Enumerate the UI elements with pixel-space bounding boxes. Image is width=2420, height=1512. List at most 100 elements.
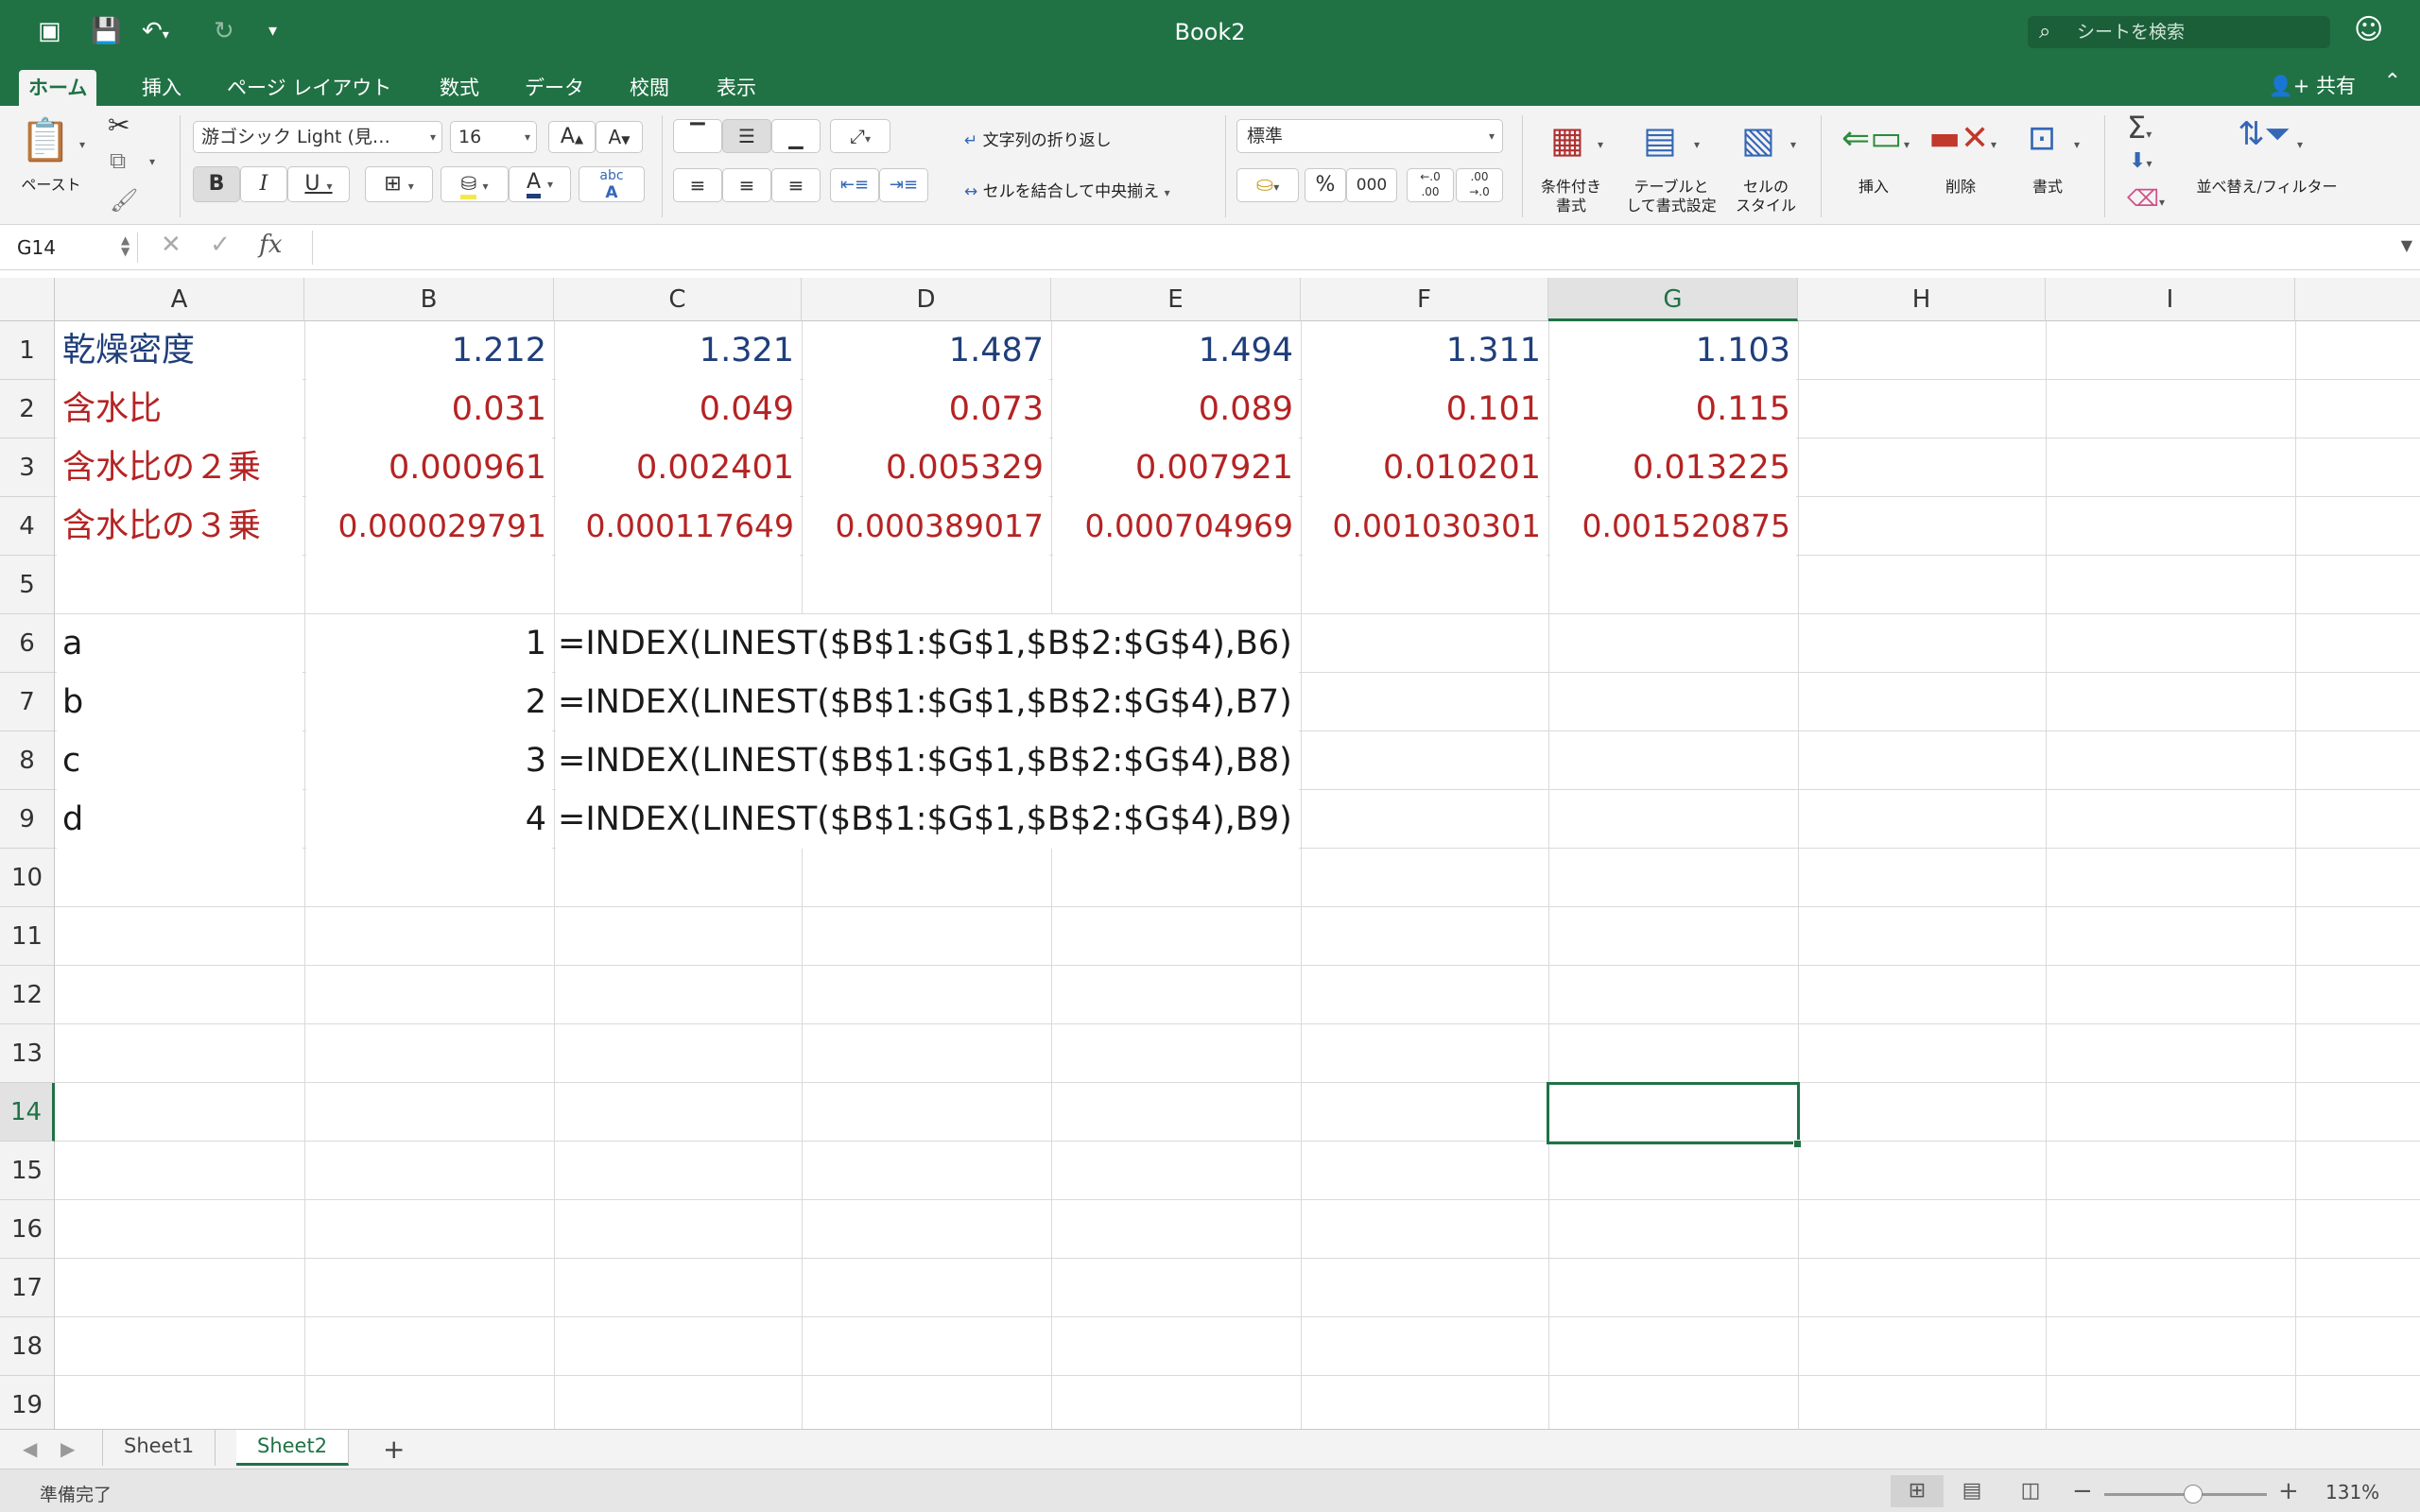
column-header-i[interactable]: I [2046,278,2295,321]
cell-e4[interactable]: 0.000704969 [1053,497,1299,556]
row-header-14[interactable]: 14 [0,1083,55,1142]
cell-c6[interactable]: =INDEX(LINEST($B$1:$G$1,$B$2:$G$4),B6) [556,614,1299,673]
conditional-formatting-label[interactable]: 条件付き 書式 [1531,178,1611,215]
font-size-dropdown[interactable]: 16 ▾ [450,121,537,153]
chevron-down-icon[interactable]: ▾ [1904,138,1910,151]
cell-a6[interactable]: a [57,614,302,673]
cell-b6[interactable]: 1 [306,614,552,673]
italic-button[interactable]: I [240,166,287,202]
decrease-indent-button[interactable]: ⇤≡ [830,168,879,202]
cell-styles-label[interactable]: セルの スタイル [1726,178,1806,215]
fill-down-icon[interactable]: ⬇▾ [2129,149,2152,173]
cell-f1[interactable]: 1.311 [1303,321,1547,380]
row-header-5[interactable]: 5 [0,556,55,614]
underline-button[interactable]: U ▾ [287,166,350,202]
tab-view[interactable]: 表示 [707,70,766,106]
cell-d1[interactable]: 1.487 [804,321,1049,380]
cell-a7[interactable]: b [57,673,302,731]
increase-indent-button[interactable]: ⇥≡ [879,168,928,202]
column-header-g[interactable]: G [1548,278,1798,321]
tab-home[interactable]: ホーム [19,70,97,106]
tab-formulas[interactable]: 数式 [430,70,489,106]
cell-b2[interactable]: 0.031 [306,380,552,438]
page-layout-view-icon[interactable]: ▤ [1945,1475,1998,1507]
grow-font-button[interactable]: A▲ [548,121,596,153]
collapse-ribbon-icon[interactable]: ⌃ [2384,70,2401,94]
format-painter-icon[interactable]: 🖌 [110,187,138,214]
column-header-f[interactable]: F [1301,278,1548,321]
row-header-8[interactable]: 8 [0,731,55,790]
row-header-7[interactable]: 7 [0,673,55,731]
cell-g2[interactable]: 0.115 [1550,380,1796,438]
worksheet-grid[interactable]: A B C D E F G H I 1 2 3 4 5 6 7 8 9 10 1… [0,278,2420,1429]
cancel-icon[interactable]: ✕ [161,231,182,259]
cell-g3[interactable]: 0.013225 [1550,438,1796,497]
insert-function-icon[interactable]: fx [259,231,282,259]
font-color-button[interactable]: A ▾ [509,166,571,202]
cell-b9[interactable]: 4 [306,790,552,849]
sort-filter-icon[interactable]: ⇅⏷ [2231,115,2297,153]
fill-color-button[interactable]: ⛁ ▾ [441,166,509,202]
sheet-tab-sheet1[interactable]: Sheet1 [102,1430,216,1466]
column-header-b[interactable]: B [304,278,554,321]
cell-d2[interactable]: 0.073 [804,380,1049,438]
cell-g4[interactable]: 0.001520875 [1550,497,1796,556]
wrap-text-button[interactable]: ↵ 文字列の折り返し [964,127,1112,150]
merge-center-button[interactable]: ↔ セルを結合して中央揃え ▾ [964,178,1170,201]
tab-insert[interactable]: 挿入 [132,70,191,106]
row-header-6[interactable]: 6 [0,614,55,673]
zoom-slider-thumb[interactable] [2184,1485,2203,1503]
tab-page-layout[interactable]: ページ レイアウト [217,70,401,106]
expand-formula-bar-icon[interactable]: ▼ [2401,236,2412,254]
paste-clipboard-icon[interactable]: 📋 [19,115,72,172]
column-header-c[interactable]: C [554,278,802,321]
conditional-formatting-icon[interactable]: ▦ [1541,119,1594,168]
align-center-button[interactable]: ≡ [722,168,771,202]
cell-c7[interactable]: =INDEX(LINEST($B$1:$G$1,$B$2:$G$4),B7) [556,673,1299,731]
chevron-down-icon[interactable]: ▾ [1991,138,1996,151]
insert-cells-label[interactable]: 挿入 [1838,178,1910,197]
cell-b4[interactable]: 0.000029791 [306,497,552,556]
shrink-font-button[interactable]: A▼ [596,121,643,153]
share-button[interactable]: 👤+ 共有 [2269,72,2356,100]
cell-c4[interactable]: 0.000117649 [556,497,800,556]
cell-g1[interactable]: 1.103 [1550,321,1796,380]
format-cells-icon[interactable]: ⊡ [2015,119,2068,168]
phonetic-guide-button[interactable]: abc A [579,166,645,202]
number-format-dropdown[interactable]: 標準 ▾ [1236,119,1503,153]
align-right-button[interactable]: ≡ [771,168,821,202]
zoom-level[interactable]: 131% [2325,1481,2379,1503]
format-cells-label[interactable]: 書式 [2012,178,2083,197]
align-middle-button[interactable]: ☰ [722,119,771,153]
copy-caret[interactable]: ▾ [149,155,155,168]
cell-a9[interactable]: d [57,790,302,849]
cell-e3[interactable]: 0.007921 [1053,438,1299,497]
insert-cells-icon[interactable]: ⇐▭ [1841,119,1902,168]
feedback-smiley-icon[interactable]: ☺ [2354,13,2383,46]
percent-style-button[interactable]: % [1305,168,1346,202]
tab-review[interactable]: 校閲 [620,70,679,106]
column-header-blank[interactable] [2295,278,2420,321]
zoom-out-icon[interactable]: − [2072,1477,2093,1505]
cell-b1[interactable]: 1.212 [306,321,552,380]
delete-cells-label[interactable]: 削除 [1925,178,1996,197]
fill-handle[interactable] [1793,1140,1802,1148]
row-header-4[interactable]: 4 [0,497,55,556]
delete-cells-icon[interactable]: ▬✕ [1928,119,1989,168]
search-sheet-input[interactable]: ⌕ シートを検索 [2028,16,2330,48]
row-header-10[interactable]: 10 [0,849,55,907]
cut-scissors-icon[interactable]: ✂ [108,110,130,141]
name-box[interactable]: G14 [9,232,138,263]
align-top-button[interactable]: ▔ [673,119,722,153]
row-header-9[interactable]: 9 [0,790,55,849]
row-header-16[interactable]: 16 [0,1200,55,1259]
tab-data[interactable]: データ [515,70,594,106]
align-bottom-button[interactable]: ▁ [771,119,821,153]
row-header-3[interactable]: 3 [0,438,55,497]
chevron-down-icon[interactable]: ▾ [2297,138,2303,151]
cell-b8[interactable]: 3 [306,731,552,790]
column-header-a[interactable]: A [55,278,304,321]
cell-c9[interactable]: =INDEX(LINEST($B$1:$G$1,$B$2:$G$4),B9) [556,790,1299,849]
column-header-d[interactable]: D [802,278,1051,321]
borders-button[interactable]: ⊞ ▾ [365,166,433,202]
